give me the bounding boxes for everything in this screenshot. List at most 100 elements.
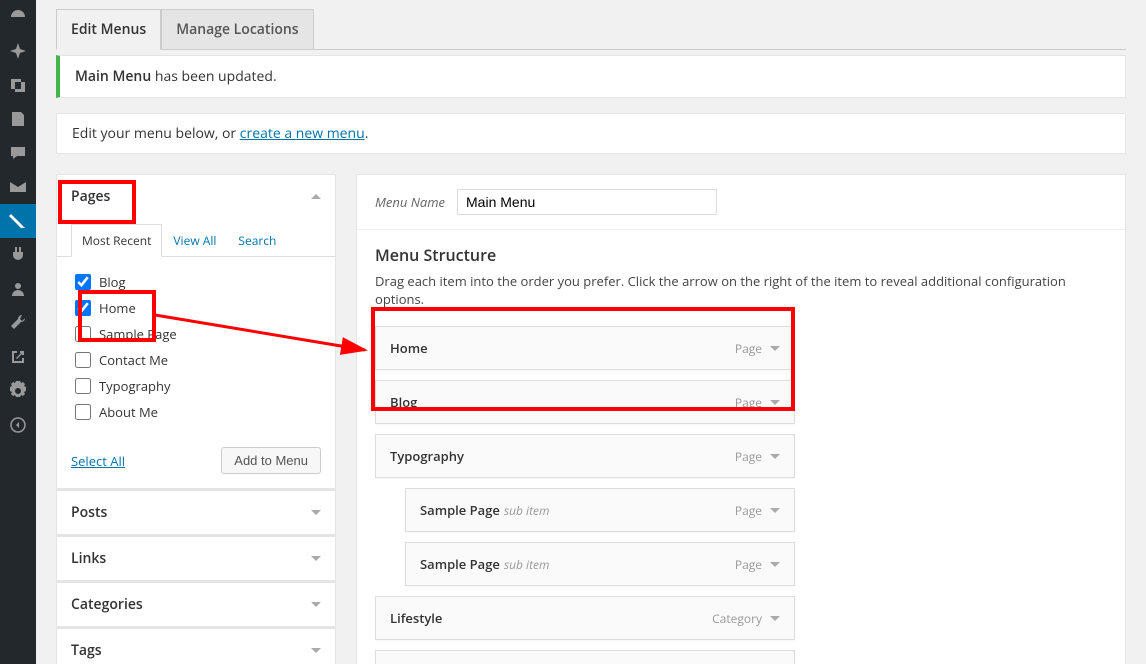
comments-icon[interactable]	[0, 136, 36, 170]
chevron-up-icon	[311, 194, 321, 199]
page-checkbox[interactable]	[75, 352, 91, 368]
chevron-down-icon[interactable]	[770, 562, 780, 567]
chevron-down-icon	[311, 510, 321, 515]
menu-item-type: Page	[735, 340, 762, 357]
instruction-bar: Edit your menu below, or create a new me…	[56, 113, 1126, 154]
page-check-row: Contact Me	[75, 347, 317, 373]
page-check-label: Home	[99, 299, 136, 317]
page-checkbox[interactable]	[75, 404, 91, 420]
main-area: Edit Menus Manage Locations Main Menu ha…	[36, 0, 1146, 664]
menu-item-label: Lifestyle	[390, 609, 442, 627]
page-check-label: Sample Page	[99, 325, 177, 343]
menu-item[interactable]: Typography Page	[375, 434, 795, 478]
page-check-label: About Me	[99, 403, 158, 421]
notice-text: has been updated.	[151, 67, 276, 86]
left-column: Pages Most Recent View All Search Blog Ho…	[56, 174, 336, 664]
pages-inner-tabs: Most Recent View All Search	[57, 224, 335, 257]
chevron-down-icon	[311, 648, 321, 653]
pages-checklist: Blog Home Sample Page Contact Me Typography A…	[71, 257, 321, 437]
menu-item[interactable]: TravelCategory	[375, 650, 795, 664]
accordion-categories: Categories	[56, 581, 336, 627]
accordion-posts-header[interactable]: Posts	[57, 490, 335, 534]
page-checkbox[interactable]	[75, 300, 91, 316]
pages-icon[interactable]	[0, 102, 36, 136]
menu-item-type: Page	[735, 394, 762, 411]
dashboard-icon[interactable]	[0, 0, 36, 34]
chevron-down-icon[interactable]	[770, 400, 780, 405]
menu-item-meta: Page	[735, 394, 780, 411]
accordion-links-title: Links	[71, 549, 106, 568]
inner-tab-most-recent[interactable]: Most Recent	[71, 224, 162, 257]
accordion-posts-title: Posts	[71, 503, 107, 522]
tabs-wrapper: Edit Menus Manage Locations	[56, 10, 1126, 50]
instruction-after: .	[365, 124, 369, 143]
right-column: Menu Name Menu Structure Drag each item …	[356, 174, 1126, 664]
menu-items-list: HomePageBlogPageTypographyPageSample Pag…	[375, 326, 795, 664]
select-all-link[interactable]: Select All	[71, 452, 125, 470]
accordion-tags-header[interactable]: Tags	[57, 628, 335, 664]
menu-structure-heading: Menu Structure	[375, 244, 1107, 266]
admin-sidebar	[0, 0, 36, 664]
collapse-icon[interactable]	[0, 408, 36, 442]
menu-item[interactable]: Sample Pagesub itemPage	[405, 542, 795, 586]
update-notice: Main Menu has been updated.	[56, 55, 1126, 98]
menu-name-input[interactable]	[457, 189, 717, 215]
tools-icon[interactable]	[0, 306, 36, 340]
inner-tab-view-all[interactable]: View All	[162, 224, 227, 256]
accordion-categories-header[interactable]: Categories	[57, 582, 335, 626]
menu-name-label: Menu Name	[375, 193, 445, 211]
page-check-row: About Me	[75, 399, 317, 425]
notice-strong: Main Menu	[75, 67, 151, 86]
menu-item-subtext: sub item	[504, 556, 550, 573]
accordion-categories-title: Categories	[71, 595, 143, 614]
chevron-down-icon[interactable]	[770, 346, 780, 351]
menu-item-meta: Page	[735, 556, 780, 573]
chevron-down-icon[interactable]	[770, 454, 780, 459]
page-check-label: Typography	[99, 377, 170, 395]
menu-item[interactable]: Sample Pagesub itemPage	[405, 488, 795, 532]
menu-item[interactable]: Lifestyle Category	[375, 596, 795, 640]
menu-structure-desc: Drag each item into the order you prefer…	[375, 272, 1107, 308]
menu-structure: Menu Structure Drag each item into the o…	[357, 230, 1125, 664]
menu-item[interactable]: Home Page	[375, 326, 795, 370]
users-icon[interactable]	[0, 272, 36, 306]
share-icon[interactable]	[0, 340, 36, 374]
plugins-icon[interactable]	[0, 238, 36, 272]
create-new-menu-link[interactable]: create a new menu	[240, 124, 365, 143]
page-check-label: Contact Me	[99, 351, 168, 369]
menu-item-meta: Page	[735, 502, 780, 519]
page-checkbox[interactable]	[75, 274, 91, 290]
media-icon[interactable]	[0, 68, 36, 102]
page-checkbox[interactable]	[75, 326, 91, 342]
menu-item-meta: Category	[712, 610, 780, 627]
page-check-row: Blog	[75, 269, 317, 295]
appearance-icon[interactable]	[0, 204, 36, 238]
menu-item-label: Blog	[390, 393, 417, 411]
accordion-tags-title: Tags	[71, 641, 102, 660]
accordion-pages-header[interactable]: Pages	[57, 175, 335, 218]
menu-item-label: Typography	[390, 447, 464, 465]
page-check-row: Sample Page	[75, 321, 317, 347]
page-check-row: Typography	[75, 373, 317, 399]
accordion-pages-title: Pages	[71, 187, 110, 206]
add-to-menu-button[interactable]: Add to Menu	[221, 447, 321, 474]
accordion-pages-body: Most Recent View All Search Blog Home Samp…	[57, 224, 335, 488]
settings-icon[interactable]	[0, 374, 36, 408]
menu-item[interactable]: Blog Page	[375, 380, 795, 424]
chevron-down-icon[interactable]	[770, 616, 780, 621]
menu-item-subtext: sub item	[504, 502, 550, 519]
menu-item-label: Home	[390, 339, 428, 357]
menu-name-row: Menu Name	[357, 175, 1125, 230]
mail-icon[interactable]	[0, 170, 36, 204]
menu-item-type: Page	[735, 448, 762, 465]
tab-manage-locations[interactable]: Manage Locations	[161, 9, 313, 49]
inner-tab-search[interactable]: Search	[227, 224, 287, 256]
accordion-links-header[interactable]: Links	[57, 536, 335, 580]
menu-item-type: Category	[712, 610, 762, 627]
menu-item-meta: Page	[735, 340, 780, 357]
tab-edit-menus[interactable]: Edit Menus	[56, 9, 161, 50]
accordion-links: Links	[56, 535, 336, 581]
page-checkbox[interactable]	[75, 378, 91, 394]
pin-icon[interactable]	[0, 34, 36, 68]
chevron-down-icon[interactable]	[770, 508, 780, 513]
